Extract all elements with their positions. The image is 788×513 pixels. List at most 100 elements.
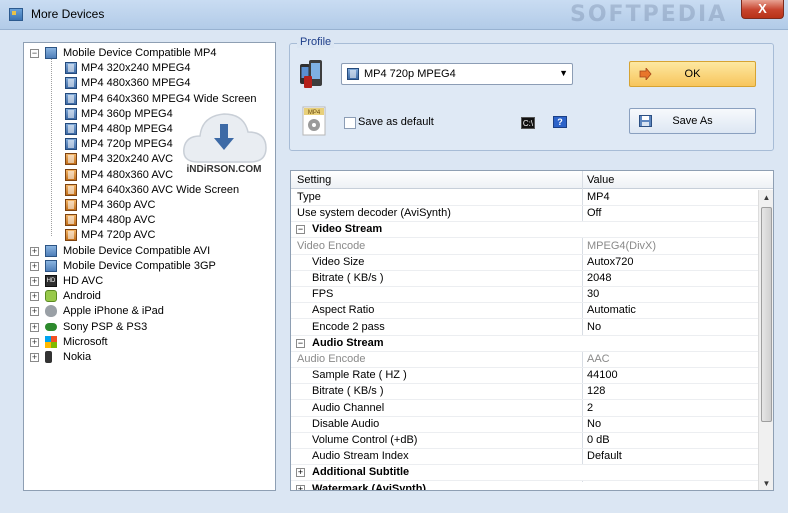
grid-section-row[interactable]: − Video Stream [291,222,758,239]
close-button[interactable]: X [741,0,784,19]
setting-value[interactable]: Default [587,449,622,464]
grid-setting-row[interactable]: Volume Control (+dB) 0 dB [291,433,758,449]
setting-value[interactable]: 44100 [587,368,618,383]
scroll-up-icon[interactable]: ▲ [759,190,773,205]
video-format-icon [65,214,77,227]
more-devices-window: More Devices SOFTPEDIA X − Mobile Device … [0,0,788,513]
tree-child-label: MP4 360p MPEG4 [81,107,173,120]
tree-group-label: Sony PSP & PS3 [63,320,148,333]
collapse-icon[interactable]: − [296,338,305,348]
expand-icon[interactable]: + [30,337,39,347]
tree-group-label: Android [63,290,101,303]
expand-icon[interactable]: + [296,468,305,478]
tree-group-label: Nokia [63,351,92,363]
tree-child-label: MP4 480x360 MPEG4 [81,77,191,90]
grid-setting-row[interactable]: Audio Encode AAC [291,352,758,368]
grid-setting-row[interactable]: Bitrate ( KB/s ) 2048 [291,271,758,287]
grid-setting-row[interactable]: FPS 30 [291,287,758,304]
hd-icon: HD [45,275,57,287]
grid-setting-row[interactable]: Video Size Autox720 [291,255,758,271]
dropdown-arrow-icon: ▼ [559,68,568,78]
setting-name: Bitrate ( KB/s ) [312,385,384,398]
save-default-label[interactable]: Save as default [358,116,434,128]
expand-icon[interactable]: + [30,322,39,332]
setting-value[interactable]: 30 [587,287,599,302]
tree-group-label: Mobile Device Compatible 3GP [63,259,216,272]
android-icon [45,290,57,303]
title-bar[interactable]: More Devices SOFTPEDIA X [0,0,788,30]
scroll-thumb[interactable] [761,207,772,422]
ok-button[interactable]: OK [629,61,756,87]
grid-setting-row[interactable]: Disable Audio No [291,417,758,433]
watermark-text: iNDiRSON.COM [187,164,262,175]
setting-value[interactable]: Automatic [587,303,636,318]
save-as-label: Save As [672,115,713,127]
save-as-button[interactable]: Save As [629,108,756,134]
command-line-button[interactable]: C:\ [521,117,535,129]
setting-value[interactable]: No [587,320,601,335]
save-default-checkbox[interactable] [344,117,356,129]
expand-icon[interactable]: + [30,246,39,256]
setting-name: Volume Control (+dB) [312,434,418,446]
grid-setting-row[interactable]: Sample Rate ( HZ ) 44100 [291,368,758,385]
setting-value[interactable]: 128 [587,384,605,399]
setting-value[interactable]: 2 [587,401,593,416]
setting-value[interactable]: 2048 [587,271,611,286]
tree-connector-line [51,59,52,236]
value-column-header[interactable]: Value [587,174,614,186]
grid-section-row[interactable]: − Audio Stream [291,335,758,352]
collapse-icon[interactable]: − [30,49,39,58]
setting-name: Watermark (AviSynth) [312,482,427,491]
folder-icon [45,259,57,272]
tree-group-label: Mobile Device Compatible AVI [63,244,211,257]
setting-value[interactable]: MP4 [587,190,610,205]
grid-setting-row[interactable]: Type MP4 [291,190,758,206]
grid-setting-row[interactable]: Audio Stream Index Default [291,449,758,466]
grid-setting-row[interactable]: Video Encode MPEG4(DivX) [291,239,758,255]
setting-column-header[interactable]: Setting [297,174,331,186]
video-format-icon [65,123,77,135]
tree-child-label: MP4 320x240 MPEG4 [81,62,191,75]
grid-setting-row[interactable]: Encode 2 pass No [291,320,758,336]
settings-grid[interactable]: Setting Value Type MP4 Use system decoder … [290,170,774,491]
profile-group [289,43,774,151]
mp4-format-icon [347,68,359,80]
grid-section-row[interactable]: + Watermark (AviSynth) [291,481,758,491]
ms-icon [45,335,57,348]
profile-dropdown[interactable]: MP4 720p MPEG4 ▼ [341,63,573,85]
setting-name: Use system decoder (AviSynth) [297,207,451,220]
grid-setting-row[interactable]: Use system decoder (AviSynth) Off [291,206,758,223]
setting-value[interactable]: No [587,417,601,432]
tree-child-label: MP4 480p MPEG4 [81,123,173,135]
grid-section-row[interactable]: + Additional Subtitle [291,465,758,482]
collapse-icon[interactable]: − [296,225,305,235]
setting-value[interactable]: AAC [587,352,610,367]
setting-value[interactable]: Autox720 [587,255,633,270]
arrow-right-icon [639,68,652,80]
nokia-icon [45,351,52,363]
tree-child-label: MP4 720p MPEG4 [81,138,173,151]
expand-icon[interactable]: + [30,277,39,286]
scroll-down-icon[interactable]: ▼ [759,476,773,490]
tree-child-label: MP4 720p AVC [81,229,156,242]
profile-selected-value: MP4 720p MPEG4 [364,68,456,80]
svg-text:MP4: MP4 [308,110,321,116]
tree-child-label: MP4 360p AVC [81,199,156,211]
tree-group-label: Apple iPhone & iPad [63,305,164,318]
grid-setting-row[interactable]: Aspect Ratio Automatic [291,303,758,320]
setting-value[interactable]: MPEG4(DivX) [587,239,656,254]
expand-icon[interactable]: + [30,307,39,317]
grid-setting-row[interactable]: Audio Channel 2 [291,401,758,417]
expand-icon[interactable]: + [30,261,39,271]
devices-icon [300,60,322,88]
setting-value[interactable]: Off [587,206,601,221]
grid-setting-row[interactable]: Bitrate ( KB/s ) 128 [291,384,758,401]
expand-icon[interactable]: + [30,292,39,302]
expand-icon[interactable]: + [296,484,305,490]
help-button[interactable]: ? [553,116,567,128]
video-format-icon [65,153,77,166]
video-format-icon [65,168,77,181]
setting-value[interactable]: 0 dB [587,433,610,448]
settings-scrollbar[interactable]: ▲ ▼ [758,190,773,490]
expand-icon[interactable]: + [30,353,39,362]
